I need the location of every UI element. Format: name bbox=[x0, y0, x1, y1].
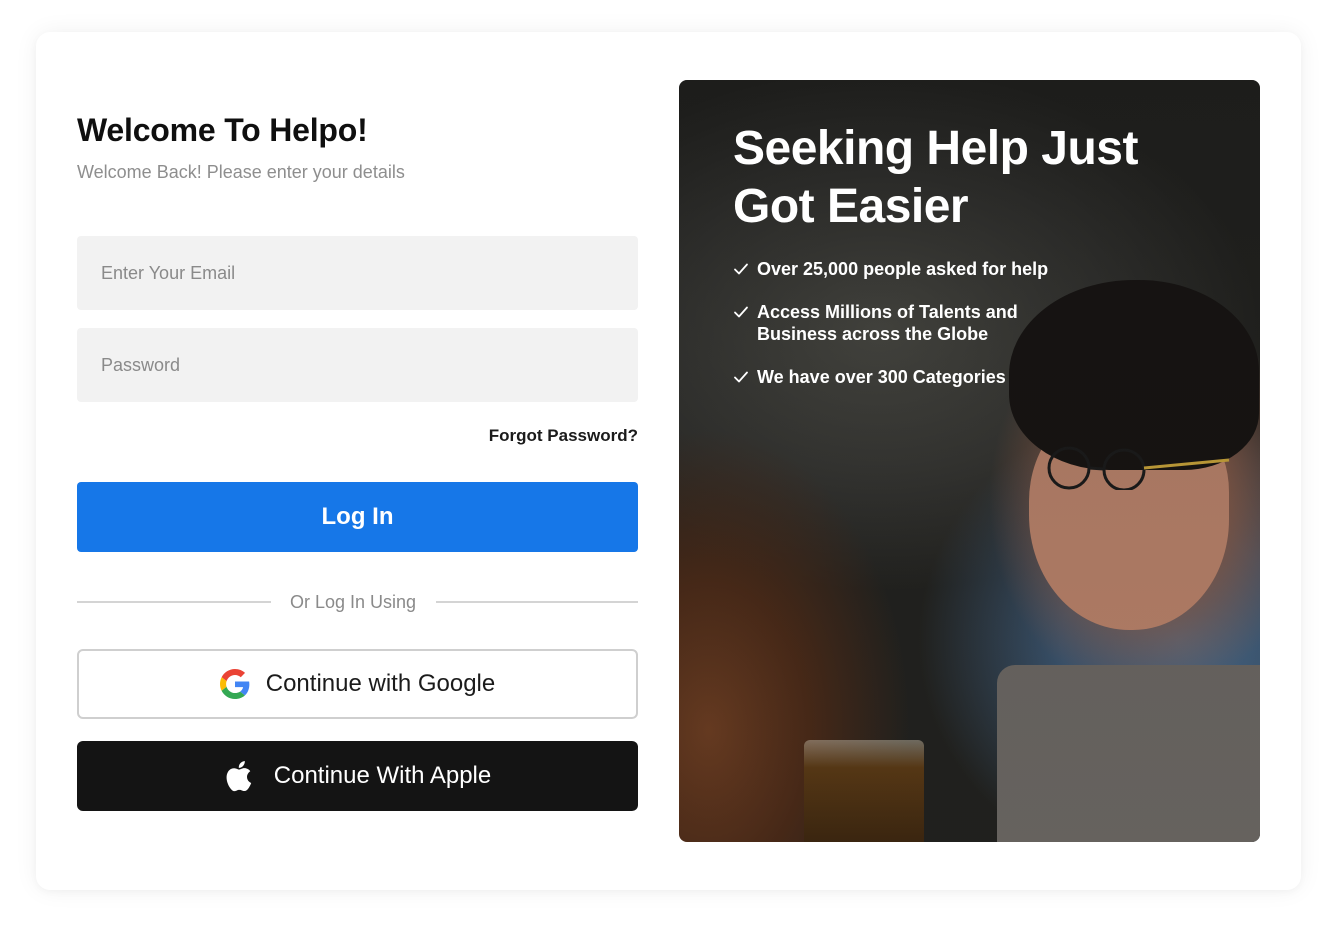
divider: Or Log In Using bbox=[77, 590, 638, 614]
apple-login-button[interactable]: Continue With Apple bbox=[77, 741, 638, 811]
forgot-password-link[interactable]: Forgot Password? bbox=[489, 426, 638, 446]
hero-benefit-item: Over 25,000 people asked for help bbox=[733, 258, 1073, 280]
login-card: Welcome To Helpo! Welcome Back! Please e… bbox=[36, 32, 1301, 890]
check-icon bbox=[734, 371, 748, 383]
check-icon bbox=[734, 263, 748, 275]
hero-benefit-item: Access Millions of Talents and Business … bbox=[733, 301, 1073, 345]
google-login-button[interactable]: Continue with Google bbox=[77, 649, 638, 719]
hero-benefits-list: Over 25,000 people asked for help Access… bbox=[733, 258, 1073, 409]
page-title: Welcome To Helpo! bbox=[77, 112, 368, 148]
login-panel: Welcome To Helpo! Welcome Back! Please e… bbox=[77, 32, 638, 890]
login-button[interactable]: Log In bbox=[77, 482, 638, 552]
page-subtitle: Welcome Back! Please enter your details bbox=[77, 162, 405, 182]
hero-headline: Seeking Help Just Got Easier bbox=[733, 122, 1138, 233]
hero-benefit-item: We have over 300 Categories bbox=[733, 366, 1073, 388]
password-input[interactable] bbox=[77, 328, 638, 402]
email-input[interactable] bbox=[77, 236, 638, 310]
hero-benefit-text: Over 25,000 people asked for help bbox=[757, 259, 1049, 279]
check-icon bbox=[734, 306, 748, 318]
hero-benefit-text: Access Millions of Talents and Business … bbox=[757, 302, 1018, 344]
apple-icon bbox=[226, 760, 251, 792]
apple-login-label: Continue With Apple bbox=[273, 762, 492, 789]
google-login-label: Continue with Google bbox=[265, 670, 496, 697]
hero-image-panel: Seeking Help Just Got Easier Over 25,000… bbox=[679, 80, 1260, 842]
divider-line-right bbox=[436, 601, 638, 603]
hero-benefit-text: We have over 300 Categories bbox=[757, 367, 1006, 387]
google-icon bbox=[219, 669, 250, 699]
